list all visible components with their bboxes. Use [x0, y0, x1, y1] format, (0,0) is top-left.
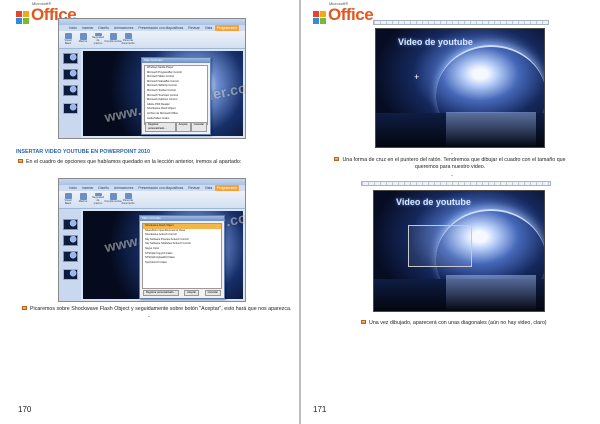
macro-security-button[interactable]: Seguridad de macros	[92, 33, 104, 46]
powerpoint-screenshot-2: Inicio Insertar Diseño Animaciones Prese…	[58, 178, 246, 302]
caption-2-tail: -	[148, 314, 150, 320]
office-logo-icon	[313, 11, 326, 24]
slide-thumbnail[interactable]	[63, 53, 78, 64]
macros-button[interactable]: Macros	[77, 33, 89, 46]
macros-button[interactable]: Macros	[77, 193, 89, 206]
list-item[interactable]: Audio/Video Codec	[145, 117, 207, 122]
caption-2: Una vez dibujado, aparecerá con unas dia…	[361, 320, 581, 327]
register-custom-button[interactable]: Registrar personalizado...	[145, 122, 176, 132]
slide-thumbnail[interactable]	[63, 219, 78, 230]
page-number-right: 171	[313, 405, 327, 414]
dash-mark: -	[451, 173, 453, 179]
ok-button[interactable]: Aceptar	[184, 290, 200, 296]
logo-office-text: Office	[328, 5, 374, 24]
bullet-icon	[361, 320, 366, 324]
macros-icon	[79, 193, 87, 200]
slide-title: Video de youtube	[398, 37, 473, 47]
dialog-buttons: Registrar personalizado... Aceptar Cance…	[143, 290, 221, 296]
slide-thumbnail-selected[interactable]	[63, 269, 78, 280]
ribbon: Visual Basic Macros Seguridad de macros …	[59, 31, 245, 49]
dialog-buttons: Registrar personalizado... Aceptar Cance…	[145, 122, 207, 132]
more-controls-dialog: Más controles Windows Media Player Micro…	[141, 57, 211, 135]
slides-pane	[59, 209, 81, 301]
dialog-title: Más controles	[142, 58, 210, 63]
more-controls-dialog: Más controles Shockwave Flash Object Sha…	[139, 215, 225, 299]
crosshair-cursor-icon: +	[414, 72, 420, 82]
slide-thumbnail-selected[interactable]	[63, 103, 78, 114]
horizontal-ruler	[373, 20, 549, 25]
slide-thumbnail[interactable]	[63, 85, 78, 96]
section-title: INSERTAR VIDEO YOUTUBE EN POWERPOINT 201…	[16, 149, 150, 155]
bullet-icon	[22, 306, 27, 310]
visual-basic-button[interactable]: Visual Basic	[62, 193, 74, 206]
bullet-icon	[334, 157, 340, 161]
slide-thumbnail[interactable]	[63, 235, 78, 246]
addins-icon	[109, 193, 117, 200]
register-custom-button[interactable]: Registrar personalizado...	[143, 290, 179, 296]
page-number-left: 170	[18, 405, 32, 414]
powerpoint-screenshot-1: Inicio Insertar Diseño Animaciones Prese…	[58, 18, 246, 139]
book-spread: Microsoft® Office Inicio Insertar Diseño…	[0, 0, 600, 424]
horizontal-ruler	[361, 181, 551, 186]
ribbon: Visual Basic Macros Seguridad de macros …	[59, 191, 245, 209]
slide-preview-2: Video de youtube	[373, 190, 545, 312]
slide-thumbnail[interactable]	[63, 251, 78, 262]
addins-icon	[109, 33, 117, 40]
left-page: Microsoft® Office Inicio Insertar Diseño…	[0, 0, 299, 424]
controls-list: Windows Media Player Microsoft ProgressB…	[144, 65, 208, 125]
logo-microsoft-text: Microsoft®	[329, 1, 349, 6]
slide-title: Video de youtube	[396, 197, 471, 207]
drawn-video-box[interactable]	[408, 225, 472, 267]
logo-microsoft-text: Microsoft®	[32, 1, 52, 6]
bullet-icon	[18, 159, 23, 163]
office-logo: Microsoft® Office	[313, 2, 374, 24]
caption-1: En el cuadro de opciones que habíamos qu…	[18, 159, 288, 166]
slide-preview-1: Video de youtube +	[375, 28, 545, 148]
slides-pane	[59, 49, 81, 138]
visual-basic-button[interactable]: Visual Basic	[62, 33, 74, 46]
office-logo-icon	[16, 11, 29, 24]
macros-icon	[79, 33, 87, 40]
cancel-button[interactable]: Cancelar	[190, 122, 207, 132]
document-panel-button[interactable]: Panel de documento	[122, 33, 134, 46]
list-item[interactable]: SysColorCtrl Class	[143, 261, 221, 266]
controls-list: Shockwave Flash Object SharePoint OpenDo…	[142, 223, 222, 289]
addins-button[interactable]: Complementos	[104, 33, 122, 46]
caption-2: Picaremos sobre Shockwave Flash Object y…	[22, 306, 292, 313]
dialog-title: Más controles	[140, 216, 224, 221]
document-panel-button[interactable]: Panel de documento	[122, 193, 134, 206]
addins-button[interactable]: Complementos	[104, 193, 122, 206]
caption-1: Una forma de cruz en el puntero del rató…	[331, 157, 569, 171]
slide-thumbnail[interactable]	[63, 69, 78, 80]
macro-security-button[interactable]: Seguridad de macros	[92, 193, 104, 206]
right-page: Microsoft® Office Video de youtube + - U…	[301, 0, 600, 424]
cancel-button[interactable]: Cancelar	[204, 290, 221, 296]
ok-button[interactable]: Aceptar	[175, 122, 191, 132]
